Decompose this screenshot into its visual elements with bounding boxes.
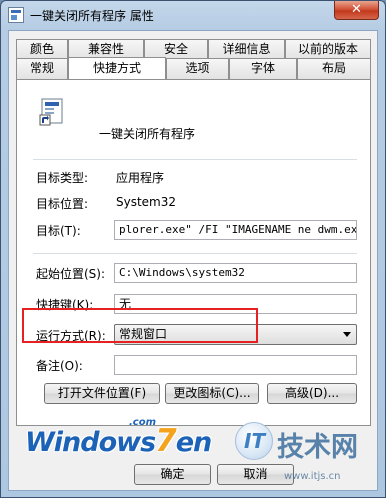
ok-button[interactable]: 确定 [134, 464, 211, 485]
itjs-logo-icon: IT [235, 422, 273, 460]
itjs-watermark-text: 技术网 [277, 432, 358, 463]
windows7en-logo-com: .com [129, 417, 157, 428]
comment-label: 备注(O): [36, 359, 83, 373]
target-type-label: 目标类型: [36, 171, 89, 185]
shortcut-file-icon [39, 98, 63, 126]
start-in-field[interactable]: C:\Windows\system32 [114, 263, 357, 283]
open-file-location-button[interactable]: 打开文件位置(F) [44, 383, 160, 404]
tab-shortcut[interactable]: 快捷方式 [68, 57, 166, 79]
close-button[interactable]: ✕ [334, 1, 379, 20]
shortcut-app-icon [8, 7, 24, 23]
shortcut-panel: 一键关闭所有程序 目标类型: 应用程序 目标位置: System32 目标(T)… [16, 79, 371, 426]
window-title: 一键关闭所有程序 属性 [30, 9, 154, 23]
cancel-button[interactable]: 取消 [217, 464, 294, 485]
tab-general[interactable]: 常规 [16, 58, 68, 79]
target-field[interactable]: plorer.exe" /FI "IMAGENAME ne dwm.exe"a [114, 220, 357, 240]
comment-field[interactable] [114, 355, 357, 375]
target-label: 目标(T): [36, 224, 81, 238]
divider-top [33, 159, 357, 160]
tab-colors[interactable]: 颜色 [16, 39, 68, 60]
dialog-client: 颜色 兼容性 安全 详细信息 以前的版本 常规 快捷方式 选项 字体 布局 一键… [8, 30, 378, 491]
hotkey-label: 快捷键(K): [36, 298, 94, 312]
tab-previous-versions[interactable]: 以前的版本 [285, 39, 371, 60]
run-label: 运行方式(R): [36, 329, 106, 343]
run-mode-value: 常规窗口 [119, 327, 168, 341]
target-location-value: System32 [116, 195, 177, 209]
tab-font[interactable]: 字体 [229, 58, 297, 79]
advanced-button[interactable]: 高级(D)... [267, 383, 357, 404]
run-mode-select[interactable]: 常规窗口 [114, 324, 357, 345]
properties-window: 一键关闭所有程序 属性 ✕ 颜色 兼容性 安全 详细信息 以前的版本 常规 快捷… [0, 0, 386, 498]
chevron-down-icon [343, 332, 351, 337]
itjs-watermark-url: www.itjs.cn [284, 471, 341, 482]
tab-options[interactable]: 选项 [166, 58, 229, 79]
change-icon-button[interactable]: 更改图标(C)... [165, 383, 259, 404]
target-location-label: 目标位置: [36, 197, 89, 211]
shortcut-name: 一键关闭所有程序 [99, 127, 196, 141]
divider-middle [33, 253, 357, 254]
windows7en-logo: Windows7en [25, 423, 212, 459]
title-bar[interactable]: 一键关闭所有程序 属性 ✕ [1, 1, 385, 29]
hotkey-field[interactable]: 无 [114, 294, 357, 314]
tab-details[interactable]: 详细信息 [208, 39, 285, 60]
start-in-label: 起始位置(S): [36, 267, 106, 281]
tab-layout[interactable]: 布局 [297, 58, 371, 79]
target-type-value: 应用程序 [116, 171, 165, 185]
